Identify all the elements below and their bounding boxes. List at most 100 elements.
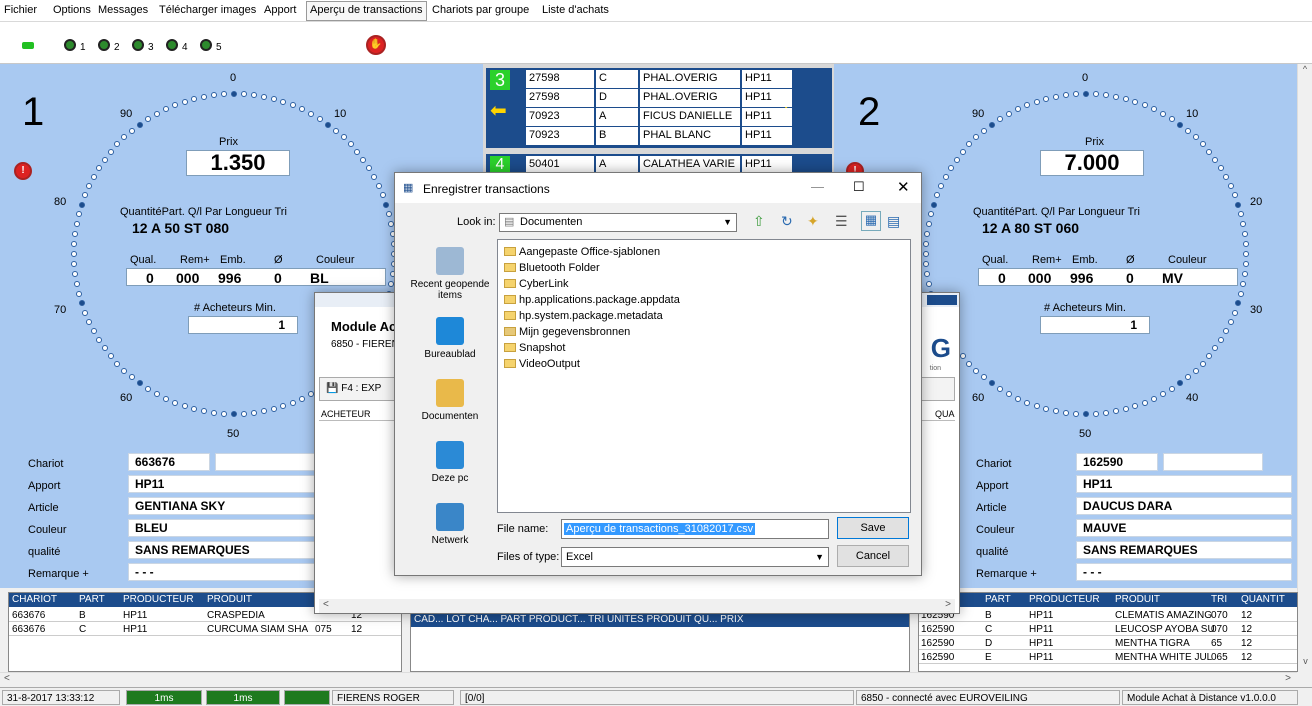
file-list[interactable]: Aangepaste Office-sjablonen Bluetooth Fo… (497, 239, 911, 513)
status-indicator (284, 690, 330, 705)
save-button[interactable]: Save (837, 517, 909, 539)
list-item[interactable]: hp.system.package.metadata (504, 310, 663, 322)
tick-70: 70 (54, 304, 67, 316)
clock-dot (1103, 409, 1110, 416)
menu-chariots-groupe[interactable]: Chariots par groupe (432, 4, 529, 16)
clock-dot (1192, 134, 1199, 141)
clock-dot (385, 211, 392, 218)
emb-label-2: Emb. (1072, 254, 1098, 266)
led-4-icon[interactable] (166, 39, 178, 51)
status-datetime: 31-8-2017 13:33:12 (2, 690, 120, 705)
table-row[interactable]: 162590 D HP11 MENTHA TIGRA 65 12 (919, 637, 1297, 650)
clock-dot (1168, 386, 1175, 393)
vertical-scrollbar[interactable]: ^ v (1297, 64, 1312, 670)
remarque-label-1: Remarque + (28, 568, 89, 580)
place-netwerk[interactable]: Netwerk (405, 503, 495, 546)
clock-dot (1053, 93, 1060, 100)
clock-dot (1241, 271, 1248, 278)
scroll-left-icon[interactable]: < (4, 673, 10, 684)
apport-value-2: HP11 (1076, 475, 1292, 493)
clock-dot (73, 280, 80, 287)
arrow-left-icon[interactable]: ⬅ (490, 98, 507, 123)
scroll-right-icon[interactable]: > (1285, 673, 1291, 684)
horizontal-scrollbar[interactable]: < > (0, 672, 1297, 686)
thumbnails-view-icon[interactable]: ▤ (887, 213, 900, 230)
clock-dot (191, 96, 198, 103)
stop-icon-left[interactable]: ! (14, 162, 32, 180)
status-connection: 6850 - connecté avec EUROVEILING (856, 690, 1120, 705)
clock-dot (1240, 221, 1247, 228)
list-item[interactable]: Snapshot (504, 342, 565, 354)
clock-dot (280, 98, 287, 105)
min-value-1: 1 (188, 316, 298, 334)
prix-label-1: Prix (219, 136, 238, 148)
refresh-icon[interactable]: ↻ (781, 213, 793, 230)
led-3-icon[interactable] (132, 39, 144, 51)
up-folder-icon[interactable]: ⇧ (753, 213, 765, 230)
clock-dot (1240, 280, 1247, 287)
clock-dot (73, 221, 80, 228)
place-deze-pc[interactable]: Deze pc (405, 441, 495, 484)
menu-apercu-transactions[interactable]: Aperçu de transactions (306, 1, 427, 21)
table-row[interactable]: 162590 C HP11 LEUCOSP AYOBA SU 070 12 (919, 623, 1297, 636)
clock-dot (114, 360, 121, 367)
clock-dot (1033, 403, 1040, 410)
clock-dot (280, 403, 287, 410)
clock-dot (366, 165, 373, 172)
menu-options[interactable]: Options (53, 4, 91, 16)
window-controls[interactable] (927, 295, 957, 305)
right-lots-table[interactable]: T PART PRODUCTEUR PRODUIT TRI QUANTIT 16… (918, 592, 1298, 672)
stop-hand-icon[interactable]: ✋ (366, 35, 386, 55)
menu-telecharger-images[interactable]: Télécharger images (159, 4, 256, 16)
clock-dot (1053, 408, 1060, 415)
menu-messages[interactable]: Messages (98, 4, 148, 16)
clock-dot (153, 110, 160, 117)
led-5-icon[interactable] (200, 39, 212, 51)
close-icon[interactable]: ✕ (897, 178, 910, 196)
details-view-icon[interactable]: ▦ (861, 211, 881, 231)
clock-dot (959, 352, 966, 359)
menu-apport[interactable]: Apport (264, 4, 296, 16)
clock-dot (136, 380, 143, 387)
table-row[interactable]: 663676 C HP11 CURCUMA SIAM SHA 075 12 (9, 623, 401, 636)
toolbar: 1 2 3 4 5 ✋ (0, 22, 1312, 64)
menu-fichier[interactable]: Fichier (4, 4, 37, 16)
list-view-icon[interactable]: ☰ (835, 213, 848, 230)
prix-label-2: Prix (1085, 136, 1104, 148)
place-recent[interactable]: Recent geopende items (405, 247, 495, 301)
list-item[interactable]: Bluetooth Folder (504, 262, 600, 274)
chevron-down-icon: ▼ (815, 552, 824, 562)
group-3-cell: C (596, 70, 638, 88)
cancel-button[interactable]: Cancel (837, 545, 909, 567)
place-bureaublad[interactable]: Bureaublad (405, 317, 495, 360)
folder-icon (504, 247, 516, 256)
export-button[interactable]: 💾 F4 : EXP (319, 377, 399, 401)
filename-input[interactable]: Aperçu de transactions_31082017.csv (561, 519, 829, 539)
list-item[interactable]: VideoOutput (504, 358, 580, 370)
place-documenten[interactable]: Documenten (405, 379, 495, 422)
list-item[interactable]: Aangepaste Office-sjablonen (504, 246, 660, 258)
apport-label-2: Apport (976, 480, 1009, 492)
clock-dot (981, 127, 987, 134)
list-item[interactable]: Mijn gegevensbronnen (504, 326, 630, 338)
maximize-icon[interactable]: ☐ (853, 179, 865, 195)
table-row[interactable]: 162590 B HP11 CLEMATIS AMAZING 070 12 (919, 609, 1297, 622)
lookin-select[interactable]: ▤ Documenten ▼ (499, 213, 737, 232)
dialog-titlebar: ▦ Enregistrer transactions — ☐ ✕ (395, 173, 921, 203)
list-item[interactable]: hp.applications.package.appdata (504, 294, 680, 306)
led-2-icon[interactable] (98, 39, 110, 51)
clock-dot (145, 386, 152, 393)
new-folder-icon[interactable]: ✦ (807, 213, 819, 230)
minimize-icon[interactable]: — (811, 179, 824, 194)
filetype-select[interactable]: Excel ▼ (561, 547, 829, 567)
table-row[interactable]: 162590 E HP11 MENTHA WHITE JUL 065 12 (919, 651, 1297, 664)
list-item[interactable]: CyberLink (504, 278, 569, 290)
led-1-icon[interactable] (64, 39, 76, 51)
remarque-value-1: - - - (128, 563, 318, 581)
computer-icon (436, 441, 464, 469)
menu-liste-achats[interactable]: Liste d'achats (542, 4, 609, 16)
couleur-value-1: BL (310, 270, 329, 286)
documents-folder-icon (436, 379, 464, 407)
clock-dot (162, 106, 169, 113)
folder-icon (504, 343, 516, 352)
